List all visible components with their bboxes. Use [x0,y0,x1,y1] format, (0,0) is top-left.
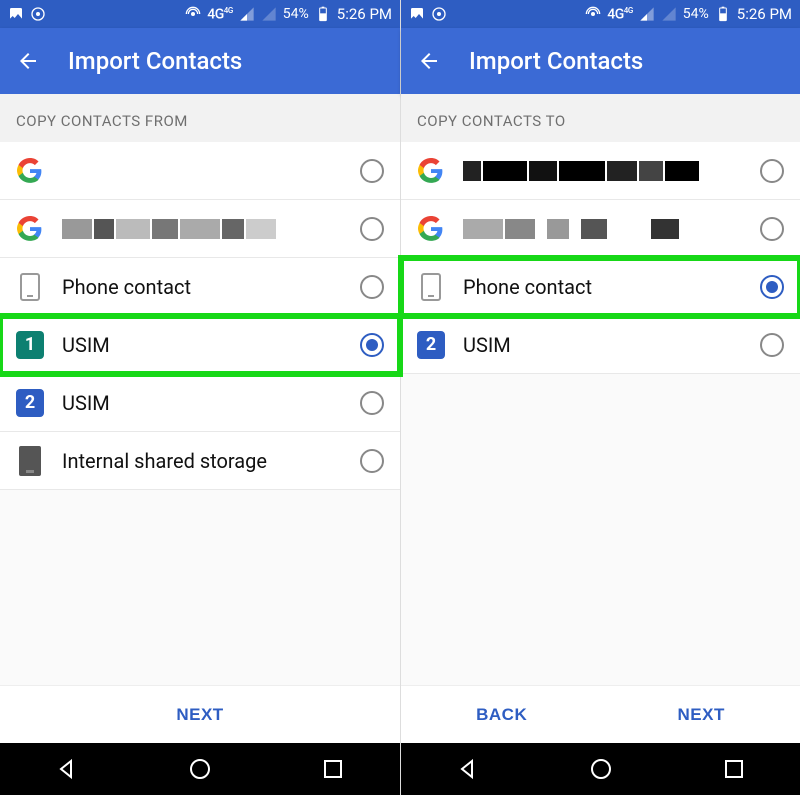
nav-bar [401,743,800,795]
app-bar: Import Contacts [0,28,400,94]
status-bar: 4G4G 54% 5:26 PM [0,0,400,28]
dest-usim-2[interactable]: 2 USIM [401,316,800,374]
status-bar: 4G4G 54% 5:26 PM [401,0,800,28]
list-item-label: USIM [463,333,742,357]
nav-home-icon[interactable] [188,757,212,781]
dest-phone-contact[interactable]: Phone contact [401,258,800,316]
google-icon [16,157,44,185]
radio[interactable] [760,333,784,357]
page-title: Import Contacts [68,47,242,75]
action-bar: NEXT [0,685,400,743]
redacted-text [62,217,342,241]
signal-icon [239,6,255,22]
dest-list: Phone contact 2 USIM [401,142,800,374]
battery-pct: 54% [683,6,709,22]
list-item-label: Phone contact [463,275,742,299]
nav-home-icon[interactable] [589,757,613,781]
action-bar: BACK NEXT [401,685,800,743]
list-item-label: Internal shared storage [62,449,342,473]
battery-pct: 54% [283,6,309,22]
radio[interactable] [360,333,384,357]
hotspot-icon [185,6,201,22]
radio[interactable] [760,159,784,183]
back-icon[interactable] [16,49,40,73]
list-item-label: USIM [62,391,342,415]
nav-back-icon[interactable] [456,757,480,781]
back-icon[interactable] [417,49,441,73]
radio[interactable] [360,159,384,183]
google-icon [16,215,44,243]
source-usim-2[interactable]: 2 USIM [0,374,400,432]
next-button[interactable]: NEXT [678,705,725,725]
radio[interactable] [360,449,384,473]
nav-bar [0,743,400,795]
nav-back-icon[interactable] [55,757,79,781]
source-phone-contact[interactable]: Phone contact [0,258,400,316]
signal2-icon [261,6,277,22]
back-button[interactable]: BACK [476,705,527,725]
target-icon [30,6,46,22]
source-list: Phone contact 1 USIM 2 USIM Internal sha… [0,142,400,490]
list-item-label: Phone contact [62,275,342,299]
app-bar: Import Contacts [401,28,800,94]
source-internal-storage[interactable]: Internal shared storage [0,432,400,490]
section-label: COPY CONTACTS TO [401,94,800,142]
radio[interactable] [760,217,784,241]
radio[interactable] [360,275,384,299]
signal-icon [639,6,655,22]
nav-recent-icon[interactable] [722,757,746,781]
dest-google-1[interactable] [401,142,800,200]
screen-copy-from: 4G4G 54% 5:26 PM Import Contacts COPY CO… [0,0,400,795]
google-icon [417,157,445,185]
list-item-label: USIM [62,333,342,357]
sim2-icon: 2 [16,389,44,417]
network-label: 4G4G [207,6,233,23]
sim2-icon: 2 [417,331,445,359]
picture-icon [8,6,24,22]
clock: 5:26 PM [737,5,792,23]
radio[interactable] [760,275,784,299]
storage-icon [16,447,44,475]
phone-icon [417,273,445,301]
dest-google-2[interactable] [401,200,800,258]
battery-icon [315,6,331,22]
source-usim-1[interactable]: 1 USIM [0,316,400,374]
page-title: Import Contacts [469,47,643,75]
signal2-icon [661,6,677,22]
redacted-text [463,159,742,183]
next-button[interactable]: NEXT [176,705,223,725]
sim1-icon: 1 [16,331,44,359]
phone-icon [16,273,44,301]
redacted-text [463,217,742,241]
radio[interactable] [360,391,384,415]
network-label: 4G4G [607,6,633,23]
nav-recent-icon[interactable] [321,757,345,781]
battery-icon [715,6,731,22]
source-google-1[interactable] [0,142,400,200]
picture-icon [409,6,425,22]
screen-copy-to: 4G4G 54% 5:26 PM Import Contacts COPY CO… [400,0,800,795]
radio[interactable] [360,217,384,241]
google-icon [417,215,445,243]
source-google-2[interactable] [0,200,400,258]
section-label: COPY CONTACTS FROM [0,94,400,142]
hotspot-icon [585,6,601,22]
target-icon [431,6,447,22]
clock: 5:26 PM [337,5,392,23]
